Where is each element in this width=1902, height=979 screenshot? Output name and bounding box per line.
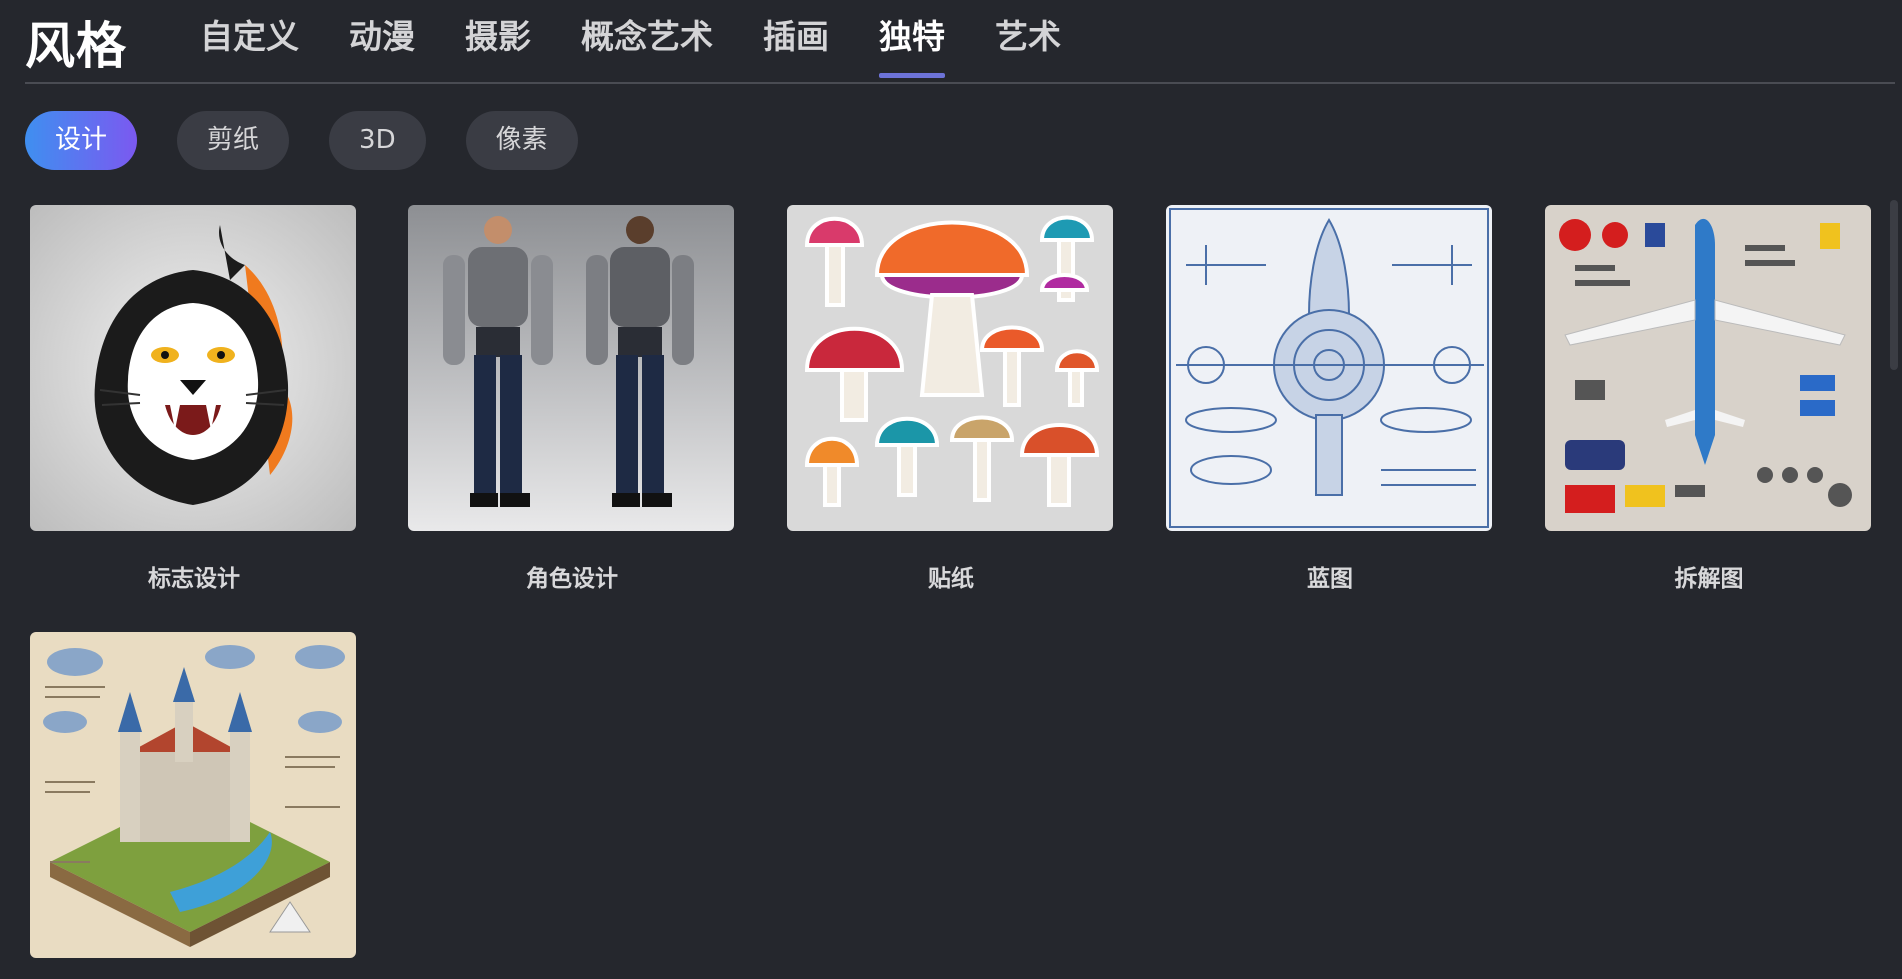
airplane-knolling-image [1545, 205, 1871, 531]
subcategory-chips: 设计 剪纸 3D 像素 [25, 111, 618, 170]
tab-art[interactable]: 艺术 [995, 14, 1061, 78]
style-picker-page: 风格 自定义 动漫 摄影 概念艺术 插画 独特 艺术 设计 剪纸 3D 像素 标… [0, 0, 1902, 979]
style-card-castle-map[interactable] [30, 632, 358, 958]
robot-character-sheet-image [408, 205, 734, 531]
style-card-character-design[interactable]: 角色设计 [408, 205, 736, 593]
page-title: 风格 [25, 17, 127, 75]
style-card-exploded-view[interactable]: 拆解图 [1545, 205, 1873, 593]
style-label: 角色设计 [526, 566, 618, 592]
chip-3d[interactable]: 3D [329, 111, 426, 170]
category-tabs: 自定义 动漫 摄影 概念艺术 插画 独特 艺术 [200, 14, 1111, 78]
spaceship-blueprint-image [1166, 205, 1492, 531]
panther-logo-image [30, 205, 356, 531]
castle-map-image [30, 632, 356, 958]
style-label: 贴纸 [928, 566, 974, 592]
tab-unique[interactable]: 独特 [879, 14, 945, 78]
header: 风格 自定义 动漫 摄影 概念艺术 插画 独特 艺术 [25, 0, 1895, 84]
tab-custom[interactable]: 自定义 [200, 14, 299, 78]
style-label: 拆解图 [1674, 566, 1744, 592]
tab-anime[interactable]: 动漫 [349, 14, 415, 78]
chip-design[interactable]: 设计 [25, 111, 138, 170]
mushroom-stickers-image [787, 205, 1113, 531]
style-card-blueprint[interactable]: 蓝图 [1166, 205, 1494, 593]
style-label: 蓝图 [1307, 566, 1353, 592]
scrollbar[interactable] [1890, 200, 1898, 370]
style-card-logo-design[interactable]: 标志设计 [30, 205, 358, 593]
chip-pixel[interactable]: 像素 [465, 111, 578, 170]
tab-illustration[interactable]: 插画 [763, 14, 829, 78]
tab-photography[interactable]: 摄影 [465, 14, 531, 78]
style-label: 标志设计 [148, 566, 240, 592]
chip-papercut[interactable]: 剪纸 [177, 111, 290, 170]
style-card-stickers[interactable]: 贴纸 [787, 205, 1115, 593]
tab-concept-art[interactable]: 概念艺术 [581, 14, 713, 78]
